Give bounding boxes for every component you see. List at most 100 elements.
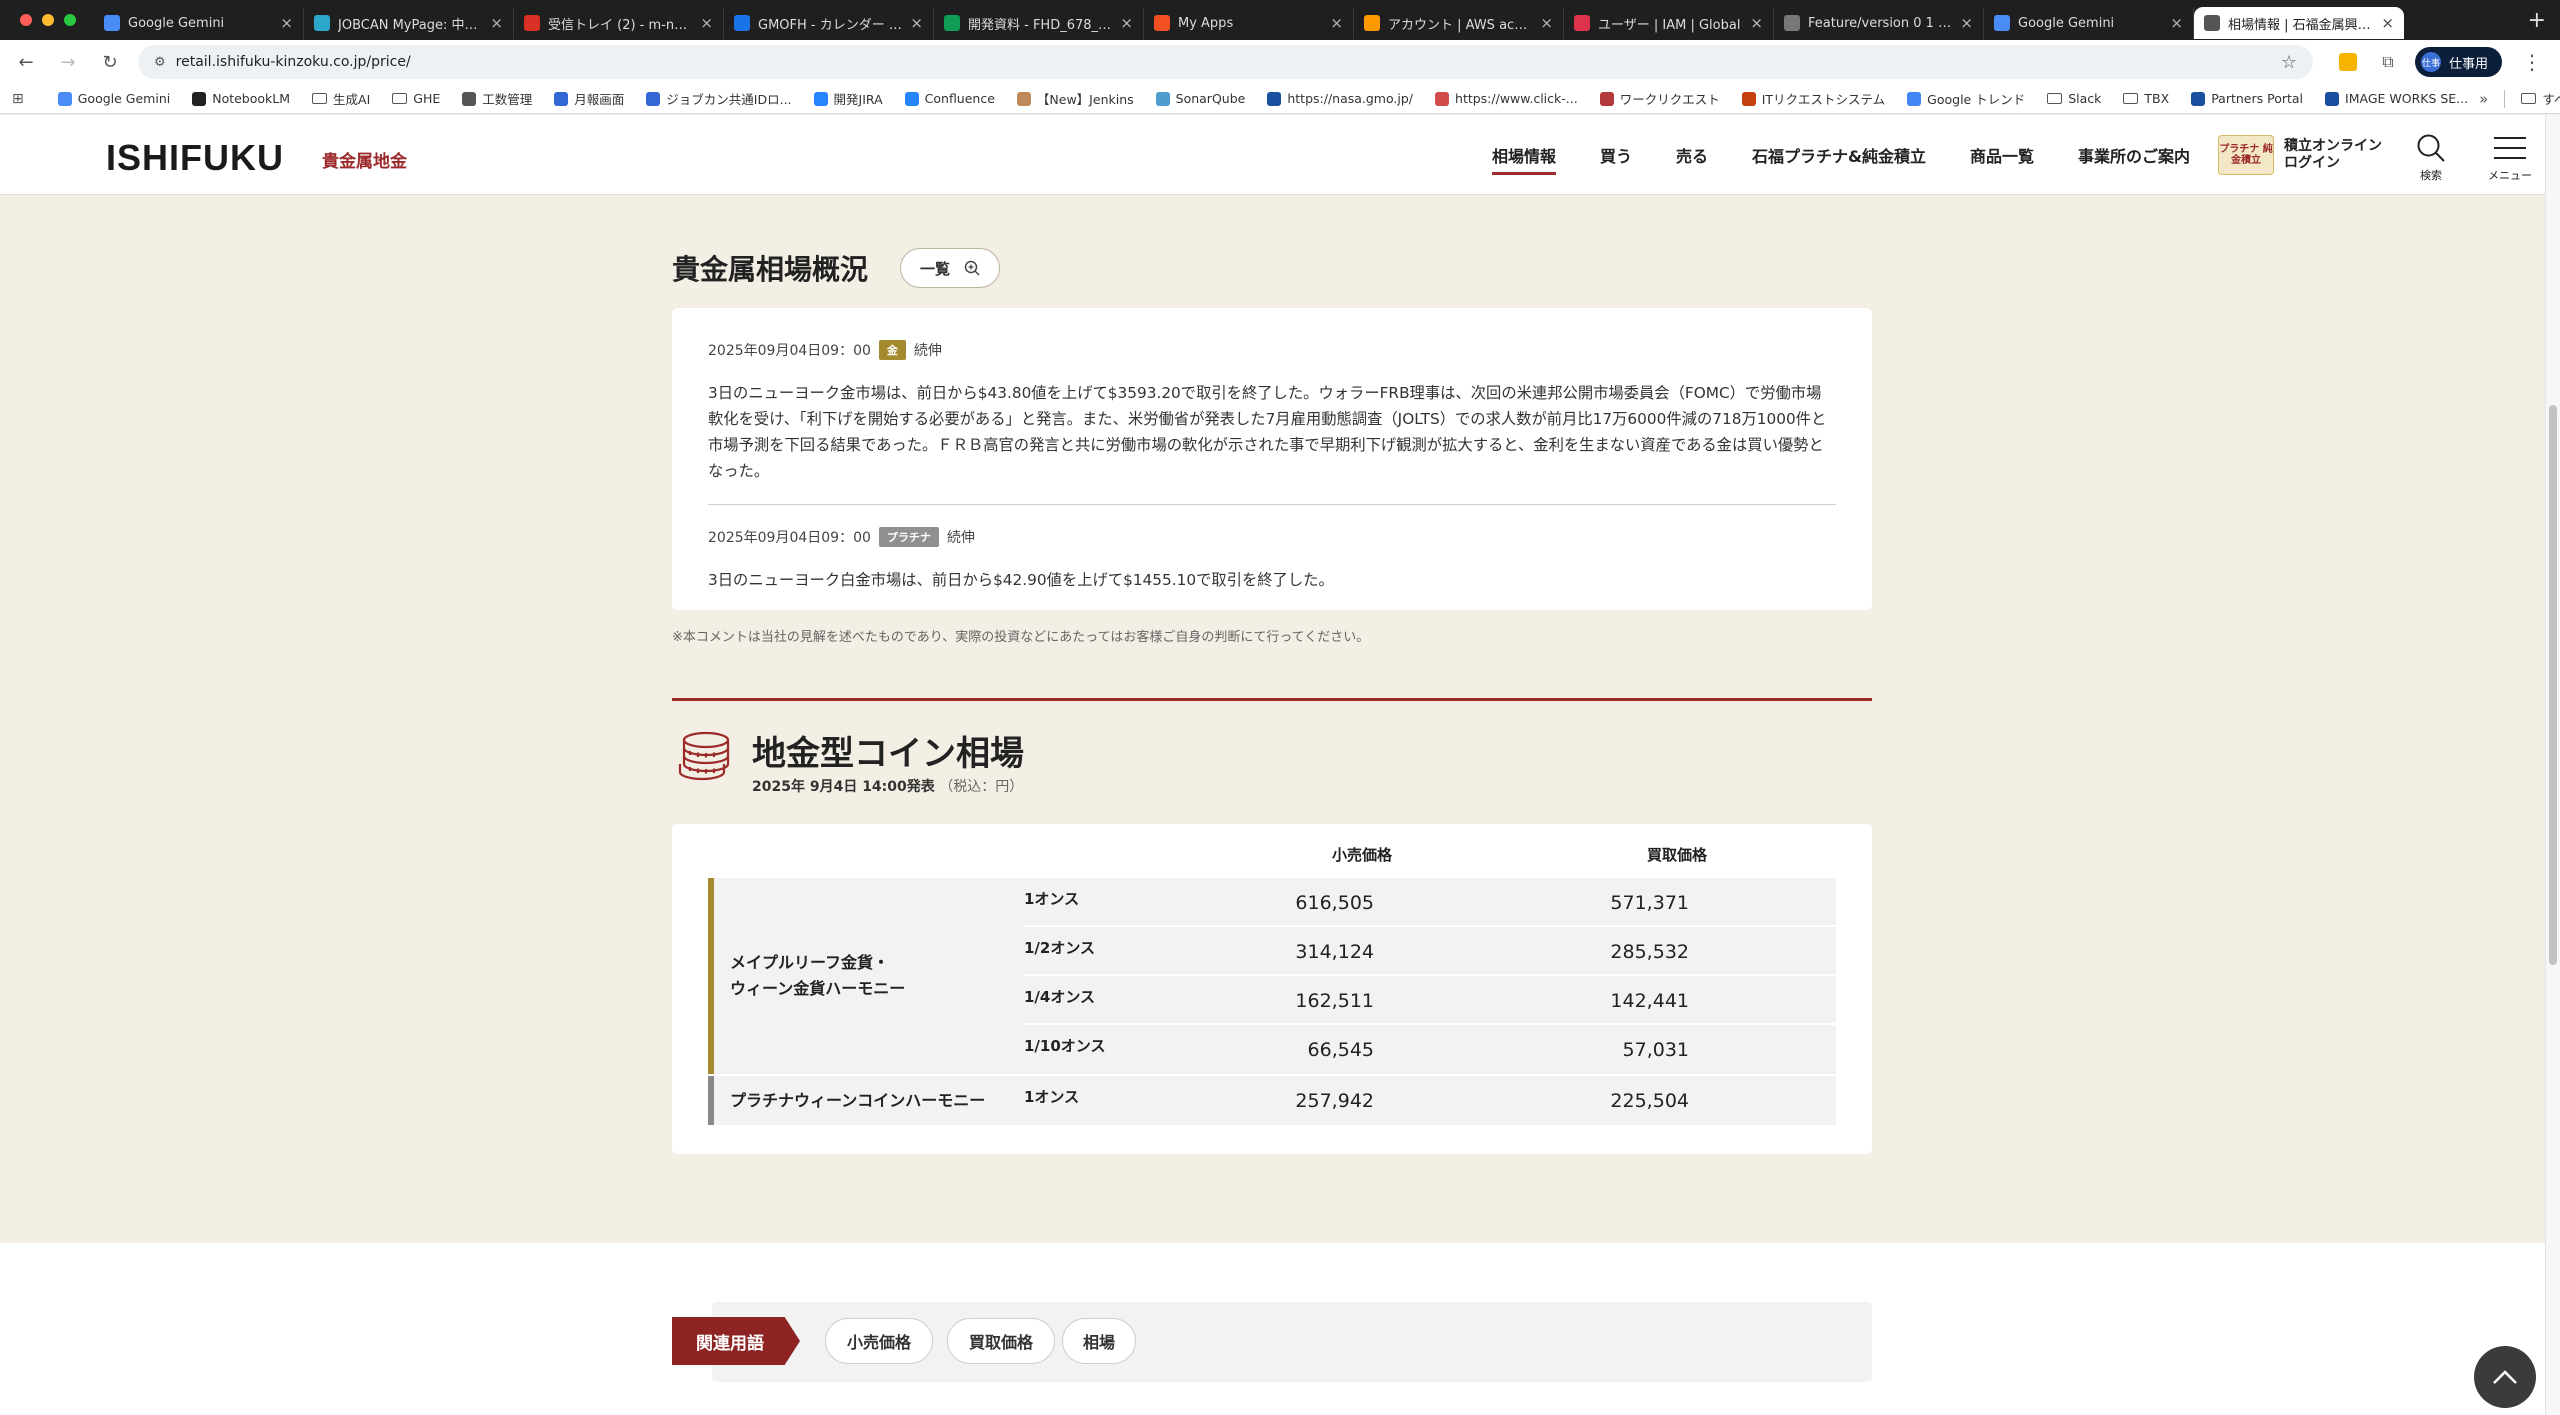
close-tab-icon[interactable]: × — [280, 14, 293, 32]
bookmark-item[interactable]: 【New】Jenkins — [1006, 89, 1145, 108]
site-logo[interactable]: ISHIFUKU — [106, 137, 284, 179]
menu-button[interactable]: メニュー — [2488, 133, 2532, 183]
browser-tab[interactable]: JOBCAN MyPage: 中村 亘 × — [304, 7, 514, 39]
table-row: 1オンス 257,942 225,504 — [1024, 1076, 1836, 1125]
browser-tab[interactable]: 受信トレイ (2) - m-nakam × — [514, 7, 724, 39]
apps-grid-icon[interactable]: ⊞ — [12, 91, 35, 107]
bookmark-label: ワークリクエスト — [1619, 92, 1720, 107]
bookmark-label: 生成AI — [333, 92, 371, 107]
close-tab-icon[interactable]: × — [1960, 14, 1973, 32]
bookmark-item[interactable]: TBX — [2112, 91, 2180, 106]
bookmark-item[interactable]: Slack — [2036, 91, 2112, 106]
nav-item[interactable]: 商品一覧 — [1948, 115, 2056, 195]
bookmark-item[interactable]: 生成AI — [301, 89, 381, 108]
search-icon — [2417, 134, 2445, 162]
bookmark-item[interactable]: ITリクエストシステム — [1731, 89, 1896, 108]
puzzle-extensions-icon[interactable]: ⧉ — [2375, 49, 2401, 75]
term-market[interactable]: 相場 — [1062, 1318, 1136, 1364]
browser-tab[interactable]: Feature/version 0 1 0 - Mi × — [1774, 7, 1984, 39]
scrollbar-thumb[interactable] — [2549, 405, 2557, 965]
browser-tab[interactable]: Google Gemini × — [1984, 7, 2194, 39]
profile-label: 仕事用 — [2448, 56, 2488, 72]
close-tab-icon[interactable]: × — [2381, 14, 2394, 32]
browser-tab[interactable]: GMOFH - カレンダー - 20 × — [724, 7, 934, 39]
login-link[interactable]: プラチナ 純金積立 積立オンライン ログイン — [2218, 135, 2382, 175]
microsoft-icon — [1154, 15, 1170, 31]
bookmark-item[interactable]: NotebookLM — [181, 91, 301, 106]
bookmark-item[interactable]: Google トレンド — [1896, 89, 2036, 108]
bookmark-label: ITリクエストシステム — [1761, 92, 1886, 107]
back-to-top-button[interactable] — [2474, 1346, 2536, 1408]
page-scrollbar[interactable] — [2545, 115, 2560, 1415]
browser-tab[interactable]: 相場情報 | 石福金属興業 貴 × — [2194, 7, 2404, 39]
bookmark-item[interactable]: ワークリクエスト — [1589, 89, 1731, 108]
forward-icon[interactable]: → — [54, 48, 82, 76]
buy-price: 571,371 — [1610, 892, 1689, 914]
news-body: 3日のニューヨーク白金市場は、前日から$42.90値を上げて$1455.10で取… — [708, 571, 1334, 589]
site-logo-subtitle[interactable]: 貴金属地金 — [322, 147, 407, 172]
profile-button[interactable]: 仕事 仕事用 — [2414, 47, 2502, 77]
browser-tab[interactable]: ユーザー | IAM | Global × — [1564, 7, 1774, 39]
nav-item[interactable]: 事業所のご案内 — [2056, 115, 2212, 195]
folder-icon — [392, 93, 408, 104]
coin-group: メイプルリーフ金貨・ ウィーン金貨ハーモニー 1オンス 616,505 571,371 1… — [708, 878, 1836, 1074]
bookmark-item[interactable]: 月報画面 — [543, 89, 635, 108]
coin-group-name: メイプルリーフ金貨・ ウィーン金貨ハーモニー — [714, 878, 1024, 1074]
reload-icon[interactable]: ↻ — [96, 48, 124, 76]
close-tab-icon[interactable]: × — [490, 14, 503, 32]
close-tab-icon[interactable]: × — [1540, 14, 1553, 32]
bookmark-star-icon[interactable]: ☆ — [2281, 52, 2297, 73]
maximize-window-button[interactable] — [64, 14, 76, 26]
search-button[interactable]: 検索 — [2416, 133, 2446, 183]
bookmark-item[interactable]: https://nasa.gmo.jp/ — [1256, 91, 1424, 106]
close-tab-icon[interactable]: × — [1750, 14, 1763, 32]
bookmark-item[interactable]: GHE — [381, 91, 451, 106]
bookmark-item[interactable]: Confluence — [894, 91, 1006, 106]
url-text[interactable]: retail.ishifuku-kinzoku.co.jp/price/ — [176, 54, 2271, 70]
nav-item[interactable]: 買う — [1578, 115, 1654, 195]
site-info-icon[interactable]: ⚙ — [154, 55, 166, 70]
gemini-icon — [104, 15, 120, 31]
news-trend: 続伸 — [913, 343, 942, 359]
close-tab-icon[interactable]: × — [1120, 14, 1133, 32]
address-bar[interactable]: ⚙ retail.ishifuku-kinzoku.co.jp/price/ ☆ — [138, 45, 2313, 79]
bookmark-item[interactable]: IMAGE WORKS SE... — [2314, 91, 2479, 106]
jobcan-icon — [314, 15, 330, 31]
bookmark-item[interactable]: https://www.click-... — [1424, 91, 1589, 106]
all-bookmarks-folder[interactable]: すべてのブックマーク — [2521, 89, 2560, 108]
bookmark-item[interactable]: Partners Portal — [2180, 91, 2314, 106]
more-menu-icon[interactable]: ⋮ — [2516, 50, 2548, 74]
close-tab-icon[interactable]: × — [700, 14, 713, 32]
back-icon[interactable]: ← — [12, 48, 40, 76]
bookmark-item[interactable]: Google Gemini — [47, 91, 181, 106]
site-header: ISHIFUKU 貴金属地金 相場情報 買う 売る 石福プラチナ&純金積立 商品一覧 事業… — [0, 115, 2545, 195]
more-bookmarks-icon[interactable]: » — [2479, 90, 2488, 108]
close-tab-icon[interactable]: × — [2170, 14, 2183, 32]
buy-price: 285,532 — [1610, 941, 1689, 963]
browser-tab[interactable]: アカウント | AWS access × — [1354, 7, 1564, 39]
close-tab-icon[interactable]: × — [910, 14, 923, 32]
tab-title: Google Gemini — [2018, 15, 2115, 31]
new-tab-button[interactable]: + — [2514, 8, 2560, 33]
browser-tab[interactable]: Google Gemini × — [94, 7, 304, 39]
coin-tax-note: （税込：円） — [939, 779, 1024, 795]
close-tab-icon[interactable]: × — [1330, 14, 1343, 32]
menu-label: メニュー — [2488, 169, 2532, 182]
extension-icon[interactable] — [2335, 49, 2361, 75]
browser-tab[interactable]: 開発資料 - FHD_678_one × — [934, 7, 1144, 39]
minimize-window-button[interactable] — [42, 14, 54, 26]
bookmark-item[interactable]: ジョブカン共通IDロ... — [635, 89, 802, 108]
folder-icon — [312, 93, 328, 104]
list-button[interactable]: 一覧 — [900, 248, 1000, 288]
term-buy-price[interactable]: 買取価格 — [947, 1318, 1055, 1364]
bookmark-item[interactable]: SonarQube — [1145, 91, 1257, 106]
tab-title: 開発資料 - FHD_678_one — [968, 17, 1113, 33]
browser-tab[interactable]: My Apps × — [1144, 7, 1354, 39]
nav-item[interactable]: 売る — [1654, 115, 1730, 195]
nav-item[interactable]: 相場情報 — [1470, 115, 1578, 195]
bookmark-item[interactable]: 工数管理 — [451, 89, 543, 108]
term-retail-price[interactable]: 小売価格 — [825, 1318, 933, 1364]
nav-item[interactable]: 石福プラチナ&純金積立 — [1730, 115, 1948, 195]
close-window-button[interactable] — [20, 14, 32, 26]
bookmark-item[interactable]: 開発JIRA — [803, 89, 894, 108]
